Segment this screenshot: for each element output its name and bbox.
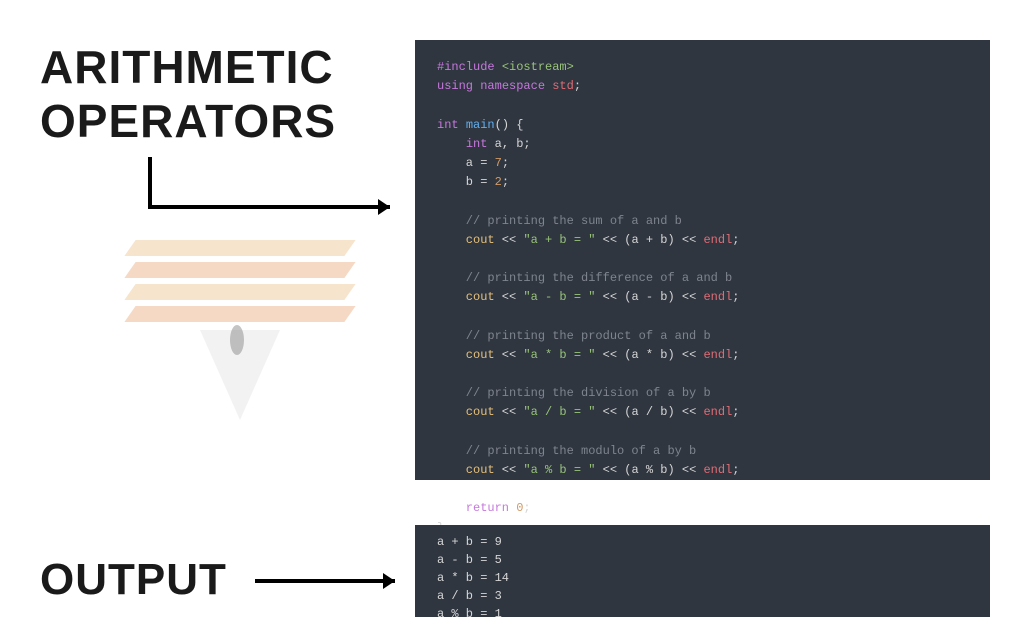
code-token: a, b; (487, 137, 530, 151)
code-token: main (466, 118, 495, 132)
code-token: "a / b = " (523, 405, 595, 419)
code-token: namespace (480, 79, 545, 93)
code-token: ; (502, 156, 509, 170)
code-token: ; (732, 348, 739, 362)
code-token: (a + b) (624, 233, 674, 247)
code-token: (a % b) (624, 463, 674, 477)
code-token: ; (574, 79, 581, 93)
code-token: << (675, 348, 704, 362)
code-token: 7 (495, 156, 502, 170)
heading-arithmetic-operators: ARITHMETIC OPERATORS (40, 40, 336, 148)
output-line: a % b = 1 (437, 607, 502, 621)
heading-line2: OPERATORS (40, 94, 336, 148)
output-line: a + b = 9 (437, 535, 502, 549)
code-token: "a + b = " (523, 233, 595, 247)
code-comment: // printing the sum of a and b (437, 214, 682, 228)
code-token: ; (732, 290, 739, 304)
output-line: a / b = 3 (437, 589, 502, 603)
code-token: << (495, 290, 524, 304)
code-token: endl (703, 463, 732, 477)
code-comment: // printing the difference of a and b (437, 271, 732, 285)
code-token: (a * b) (624, 348, 674, 362)
code-token: using (437, 79, 473, 93)
code-token: (a - b) (624, 290, 674, 304)
heading-line1: ARITHMETIC (40, 41, 334, 93)
output-line: a - b = 5 (437, 553, 502, 567)
code-token: (a / b) (624, 405, 674, 419)
code-token: endl (703, 405, 732, 419)
code-token: ; (732, 405, 739, 419)
code-token: b = (437, 175, 495, 189)
output-line: a * b = 14 (437, 571, 509, 585)
code-token: << (495, 463, 524, 477)
code-comment: // printing the product of a and b (437, 329, 711, 343)
code-token: << (595, 233, 624, 247)
code-token: "a - b = " (523, 290, 595, 304)
code-token: << (675, 233, 704, 247)
code-comment: // printing the modulo of a by b (437, 444, 696, 458)
code-token: int (437, 118, 459, 132)
code-token: << (675, 290, 704, 304)
code-token: << (495, 348, 524, 362)
code-token: 0 (509, 501, 523, 515)
code-token: <iostream> (502, 60, 574, 74)
code-token: << (495, 405, 524, 419)
code-token: a = (437, 156, 495, 170)
code-token: "a * b = " (523, 348, 595, 362)
code-token: cout (437, 405, 495, 419)
code-token: ; (732, 233, 739, 247)
code-token: << (595, 348, 624, 362)
code-token: << (675, 405, 704, 419)
code-block: #include <iostream> using namespace std;… (415, 40, 990, 480)
code-token: << (595, 405, 624, 419)
code-token: ; (502, 175, 509, 189)
code-token: "a % b = " (523, 463, 595, 477)
code-comment: // printing the division of a by b (437, 386, 711, 400)
heading-output: OUTPUT (40, 555, 227, 605)
code-token: #include (437, 60, 495, 74)
arrow-to-output-icon (255, 566, 415, 596)
code-token: endl (703, 290, 732, 304)
code-token: () { (495, 118, 524, 132)
watermark-logo (120, 210, 400, 470)
code-token: ; (523, 501, 530, 515)
code-token: << (595, 290, 624, 304)
output-block: a + b = 9 a - b = 5 a * b = 14 a / b = 3… (415, 525, 990, 617)
code-token: std (552, 79, 574, 93)
code-token: cout (437, 348, 495, 362)
code-token: ; (732, 463, 739, 477)
code-token: return (437, 501, 509, 515)
code-token: << (675, 463, 704, 477)
code-token: cout (437, 290, 495, 304)
arrow-to-code-icon (140, 157, 410, 237)
code-token: << (495, 233, 524, 247)
code-token: << (595, 463, 624, 477)
code-token: int (466, 137, 488, 151)
code-token: endl (703, 348, 732, 362)
code-token: cout (437, 233, 495, 247)
code-token: 2 (495, 175, 502, 189)
code-token: endl (703, 233, 732, 247)
code-token: cout (437, 463, 495, 477)
